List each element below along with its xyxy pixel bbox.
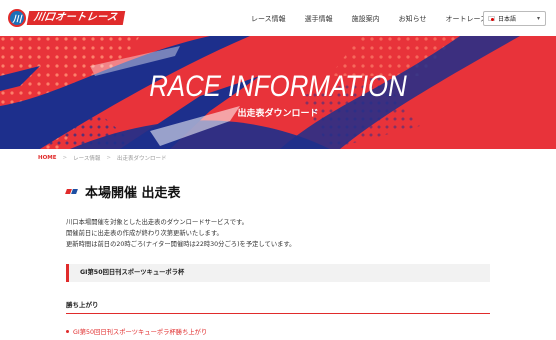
nav-item-race-info[interactable]: レース情報 (251, 14, 286, 24)
breadcrumb-current: 出走表ダウンロード (116, 156, 167, 162)
logo-badge-icon: 川 (8, 9, 26, 27)
nav-item-facilities[interactable]: 施設案内 (352, 14, 380, 24)
description-line: 川口本場開催を対象とした出走表のダウンロードサービスです。 (66, 219, 248, 226)
event-title-box: GI第50回日刊スポーツキューポラ杯 (66, 264, 490, 282)
bullet-icon (66, 330, 69, 333)
download-link-label: GI第50回日刊スポーツキューポラ杯勝ち上がり (73, 329, 208, 336)
breadcrumb: HOME > レース情報 > 出走表ダウンロード (38, 154, 166, 162)
description-line: 開催前日に出走表の作成が終わり次第更新いたします。 (66, 230, 223, 237)
site-logo[interactable]: 川 川口オートレース (8, 9, 125, 27)
section-divider (66, 313, 490, 314)
hero-subtitle: 出走表ダウンロード (237, 109, 319, 119)
breadcrumb-race-info[interactable]: レース情報 (73, 154, 100, 162)
section-heading: 勝ち上がり (66, 301, 99, 309)
breadcrumb-separator-icon: > (62, 155, 68, 161)
title-mark-icon (65, 187, 78, 197)
page-title-text: 本場開催 出走表 (85, 186, 181, 201)
download-link[interactable]: GI第50回日刊スポーツキューポラ杯勝ち上がり (66, 327, 207, 336)
chevron-down-icon: ▾ (536, 15, 540, 22)
nav-item-news[interactable]: お知らせ (399, 14, 427, 24)
logo-text: 川口オートレース (26, 11, 125, 25)
breadcrumb-separator-icon: > (106, 155, 111, 161)
japan-flag-icon (488, 16, 495, 21)
hero-banner: RACE INFORMATION 出走表ダウンロード (0, 36, 556, 149)
page-title: 本場開催 出走表 (65, 182, 181, 201)
language-select[interactable]: 日本語 ▾ (483, 11, 546, 26)
nav-item-racers[interactable]: 選手情報 (305, 14, 333, 24)
breadcrumb-home[interactable]: HOME (38, 155, 57, 161)
site-header: 川 川口オートレース レース情報 選手情報 施設案内 お知らせ オートレースガイ… (0, 0, 556, 36)
description: 川口本場開催を対象とした出走表のダウンロードサービスです。 開催前日に出走表の作… (66, 217, 295, 250)
description-line: 更新時間は前日の20時ごろ(ナイター開催時は22時30分ごろ)を予定しています。 (66, 241, 296, 248)
language-selected: 日本語 (498, 16, 517, 23)
hero-title: RACE INFORMATION (149, 70, 407, 103)
